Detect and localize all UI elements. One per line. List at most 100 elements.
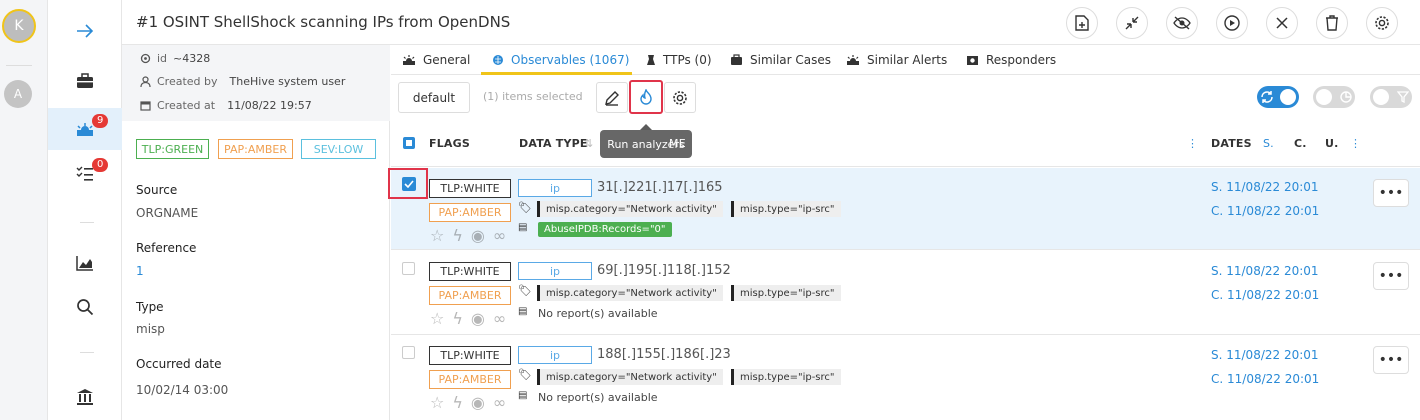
- delete-case-button[interactable]: [1316, 7, 1348, 39]
- row-flag-icons[interactable]: ☆ ϟ ◉ ∞: [430, 226, 506, 245]
- source-value: ORGNAME: [136, 206, 199, 220]
- filter-icon: [1397, 91, 1409, 103]
- link-icon[interactable]: ∞: [493, 393, 506, 412]
- user-avatar[interactable]: K: [2, 9, 36, 43]
- sighted-icon[interactable]: ◉: [471, 309, 485, 328]
- expand-nav-button[interactable]: [48, 10, 122, 52]
- ioc-icon[interactable]: ϟ: [452, 226, 463, 245]
- default-view-button[interactable]: default: [398, 82, 470, 113]
- ioc-icon[interactable]: ϟ: [452, 393, 463, 412]
- pap-tag: PAP:AMBER: [218, 139, 293, 159]
- tab-ttps[interactable]: TTPs (0): [646, 48, 712, 72]
- filters-toggle[interactable]: [1370, 86, 1412, 108]
- nav-alerts[interactable]: 9: [48, 108, 122, 150]
- tab-similar-alerts[interactable]: Similar Alerts: [846, 48, 947, 72]
- eye-slash-icon: [1173, 16, 1191, 30]
- arrow-right-icon: [77, 24, 94, 38]
- user-icon: [140, 76, 151, 87]
- reference-value[interactable]: 1: [136, 264, 144, 278]
- occurred-date-value: 10/02/14 03:00: [136, 383, 229, 397]
- analyzer-report-badge[interactable]: AbuseIPDB:Records="0": [538, 222, 672, 237]
- run-analyzers-button[interactable]: [629, 80, 663, 114]
- add-file-button[interactable]: [1066, 7, 1098, 39]
- column-menu-icon[interactable]: ⋮: [1187, 137, 1198, 150]
- nav-organisation[interactable]: [48, 376, 122, 418]
- created-by-label: Created by: [157, 75, 218, 88]
- row-tag: misp.type="ip-src": [731, 201, 841, 217]
- rail-divider: [6, 65, 32, 66]
- hide-button[interactable]: [1166, 7, 1198, 39]
- tab-general-label: General: [423, 53, 471, 67]
- org-rail: [0, 0, 48, 420]
- stats-toggle[interactable]: [1313, 86, 1355, 108]
- nav-tasks[interactable]: 0: [48, 152, 122, 194]
- file-plus-icon: [1075, 15, 1089, 31]
- nav-separator: [80, 352, 94, 353]
- occurred-date-label: Occurred date: [136, 357, 222, 371]
- collapse-button[interactable]: [1116, 7, 1148, 39]
- dates-menu-icon[interactable]: ⋮: [1350, 137, 1361, 150]
- search-icon: [77, 299, 94, 316]
- sighted-icon[interactable]: ◉: [471, 393, 485, 412]
- nav-dashboards[interactable]: [48, 242, 122, 284]
- edit-selection-button[interactable]: [596, 82, 628, 113]
- row-observable-value[interactable]: 188[.]155[.]186[.]23: [597, 347, 731, 362]
- row-actions-button[interactable]: •••: [1373, 179, 1409, 207]
- star-icon[interactable]: ☆: [430, 393, 444, 412]
- responder-icon: [967, 56, 978, 65]
- ioc-icon[interactable]: ϟ: [452, 309, 463, 328]
- nav-search[interactable]: [48, 286, 122, 328]
- row-checkbox[interactable]: [402, 346, 415, 359]
- calendar-icon: [140, 101, 151, 111]
- sighted-icon[interactable]: ◉: [471, 226, 485, 245]
- org-avatar[interactable]: A: [4, 80, 32, 108]
- report-icon: ▤: [518, 222, 528, 233]
- auto-refresh-toggle[interactable]: [1257, 86, 1299, 108]
- check-icon: [404, 180, 414, 188]
- table-settings-button[interactable]: [664, 82, 696, 113]
- tab-responders[interactable]: Responders: [966, 48, 1056, 72]
- row-checkbox[interactable]: [402, 177, 416, 191]
- case-settings-button[interactable]: [1366, 7, 1398, 39]
- value-header[interactable]: ME: [669, 137, 686, 150]
- select-all-checkbox[interactable]: [403, 137, 415, 149]
- row-actions-button[interactable]: •••: [1373, 262, 1409, 290]
- row-actions-button[interactable]: •••: [1373, 346, 1409, 374]
- row-tlp-tag: TLP:WHITE: [429, 262, 511, 281]
- tab-responders-label: Responders: [986, 53, 1057, 67]
- sort-updated-date[interactable]: U.: [1325, 137, 1339, 150]
- row-data-type: ip: [518, 346, 592, 364]
- sort-created-date[interactable]: C.: [1294, 137, 1307, 150]
- pencil-icon: [605, 90, 619, 106]
- severity-tag: SEV:LOW: [301, 139, 376, 159]
- link-icon[interactable]: ∞: [493, 226, 506, 245]
- row-tag: misp.type="ip-src": [731, 369, 841, 385]
- tag-icon: 🏷: [518, 284, 532, 297]
- tab-observables[interactable]: Observables (1067): [492, 48, 629, 72]
- row-flag-icons[interactable]: ☆ ϟ ◉ ∞: [430, 393, 506, 412]
- data-type-header[interactable]: DATA TYPE: [519, 137, 588, 150]
- row-checkbox[interactable]: [402, 262, 415, 275]
- created-at-label: Created at: [157, 99, 216, 112]
- no-report-text: No report(s) available: [538, 391, 658, 404]
- pie-chart-icon: [1340, 91, 1352, 103]
- link-icon[interactable]: ∞: [493, 309, 506, 328]
- star-icon[interactable]: ☆: [430, 226, 444, 245]
- row-observable-value[interactable]: 31[.]221[.]17[.]165: [597, 180, 723, 195]
- run-button[interactable]: [1216, 7, 1248, 39]
- tab-similar-cases[interactable]: Similar Cases: [730, 48, 831, 72]
- tag-icon: 🏷: [518, 368, 532, 381]
- close-case-button[interactable]: [1266, 7, 1298, 39]
- case-title: #1 OSINT ShellShock scanning IPs from Op…: [136, 13, 511, 31]
- row-start-date: S. 11/08/22 20:01: [1211, 348, 1319, 362]
- nav-cases[interactable]: [48, 60, 122, 102]
- nav-separator: [80, 222, 94, 223]
- row-observable-value[interactable]: 69[.]195[.]118[.]152: [597, 263, 731, 278]
- sort-start-date[interactable]: S.: [1263, 137, 1274, 150]
- star-icon[interactable]: ☆: [430, 309, 444, 328]
- row-start-date: S. 11/08/22 20:01: [1211, 180, 1319, 194]
- row-flag-icons[interactable]: ☆ ϟ ◉ ∞: [430, 309, 506, 328]
- sort-icon[interactable]: ⇅: [584, 137, 593, 150]
- row-tag: misp.type="ip-src": [731, 285, 841, 301]
- tab-general[interactable]: General: [402, 48, 470, 72]
